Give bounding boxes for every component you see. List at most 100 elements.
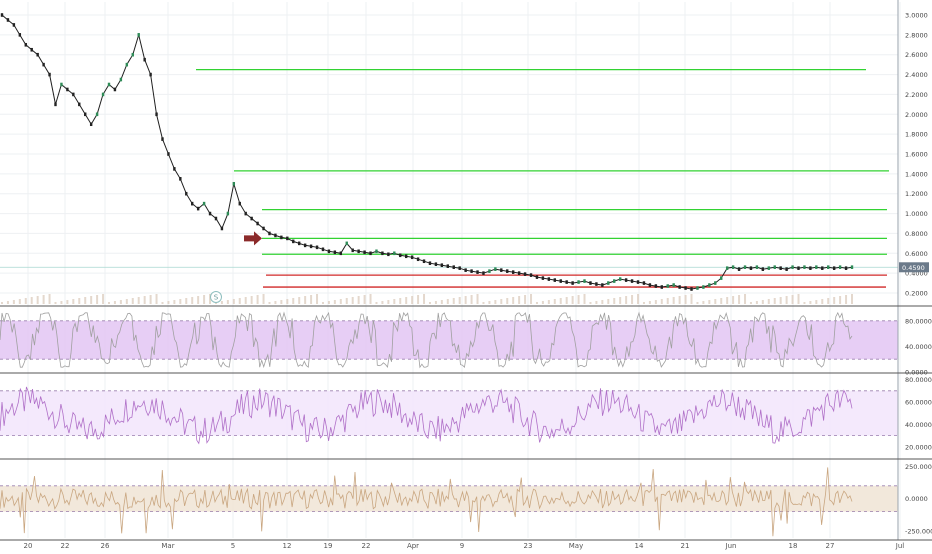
y-tick-label: 2.8000 <box>905 31 928 39</box>
volume-bar <box>18 299 21 304</box>
price-candle <box>708 283 711 287</box>
volume-bar <box>648 301 651 304</box>
volume-bar <box>702 301 705 304</box>
volume-bar <box>744 294 747 304</box>
price-candle <box>571 281 574 285</box>
volume-bar <box>446 299 449 304</box>
price-candle <box>399 253 402 258</box>
y-tick-label: 0.2000 <box>905 290 928 298</box>
volume-bar <box>238 298 241 304</box>
price-candle <box>250 216 253 221</box>
volume-bar <box>482 302 485 304</box>
volume-bar <box>452 298 455 304</box>
price-candle <box>12 23 16 27</box>
volume-bar <box>583 294 586 304</box>
volume-bar <box>197 296 200 304</box>
price-candle <box>523 272 527 276</box>
volume-bar <box>107 302 110 304</box>
volume-bar <box>684 295 687 304</box>
price-candle <box>232 181 236 186</box>
volume-bar <box>738 295 741 304</box>
volume-bar <box>672 297 675 304</box>
price-candle <box>256 221 259 226</box>
price-candle <box>101 92 105 97</box>
price-candle <box>482 271 485 275</box>
volume-bar <box>256 295 259 304</box>
volume-bar <box>821 299 824 304</box>
volume-bar <box>30 297 33 304</box>
price-candle <box>6 18 10 22</box>
chart-svg[interactable]: 20 22 26 Mar 5 12 19 22 Apr 9 23 May 14 21 Jun 18 27 Jul 3… <box>0 0 932 550</box>
price-candle <box>850 265 854 269</box>
volume-bar <box>512 297 515 304</box>
price-candle <box>541 276 545 280</box>
volume-bar <box>232 299 235 304</box>
price-candle <box>351 248 354 253</box>
volume-bar <box>405 297 408 304</box>
volume-bar <box>321 302 324 304</box>
volume-bar <box>143 296 146 304</box>
price-candle <box>684 286 687 290</box>
price-candle <box>404 254 408 259</box>
volume-bar <box>327 301 330 304</box>
volume-bar <box>96 295 99 304</box>
x-tick-label: Apr <box>407 542 419 550</box>
price-candle <box>636 280 640 284</box>
volume-bar <box>571 296 574 304</box>
price-candle <box>618 277 622 281</box>
volume-bar <box>363 295 366 304</box>
price-candle <box>827 265 830 269</box>
volume-bar <box>595 301 598 304</box>
price-candle <box>815 265 818 269</box>
price-candle <box>179 177 182 181</box>
price-candle <box>422 259 426 264</box>
price-candle <box>696 286 699 290</box>
price-candle <box>577 280 580 284</box>
price-candle <box>613 279 616 283</box>
osc-y-tick-label: 0.0000 <box>905 495 928 503</box>
volume-bar <box>220 301 223 304</box>
volume-bar <box>280 300 283 304</box>
price-candle <box>791 265 794 269</box>
price-candle <box>559 279 562 283</box>
volume-bar <box>102 294 105 304</box>
price-candle <box>393 251 396 256</box>
price-candle <box>565 280 568 284</box>
volume-bar <box>137 297 140 304</box>
volume-bar <box>375 302 378 304</box>
volume-bar <box>339 299 342 304</box>
price-candle <box>137 33 140 37</box>
volume-bar <box>773 298 776 304</box>
price-candle <box>262 226 265 231</box>
volume-bar <box>185 298 188 304</box>
x-tick-label: Mar <box>161 542 174 550</box>
price-candle <box>702 285 705 289</box>
price-candle <box>583 279 586 283</box>
price-candle <box>274 233 277 238</box>
volume-bar <box>244 297 247 304</box>
price-candle <box>785 267 788 271</box>
price-candle <box>36 52 39 57</box>
x-tick-label: 21 <box>681 542 690 550</box>
volume-bar <box>226 300 229 304</box>
price-candle <box>226 211 230 216</box>
volume-bar <box>690 294 693 304</box>
osc-y-tick-label: 250.0000 <box>905 463 932 471</box>
y-tick-label: 1.6000 <box>905 151 928 159</box>
volume-bar <box>286 299 289 304</box>
price-candle <box>607 281 610 285</box>
x-tick-label: 5 <box>231 542 235 550</box>
osc-y-tick-label: 40.0000 <box>905 421 932 429</box>
price-candle <box>832 266 836 270</box>
volume-bar <box>357 296 360 304</box>
volume-bar <box>839 296 842 304</box>
volume-bar <box>345 298 348 304</box>
x-tick-label: Jun <box>725 542 737 550</box>
price-candle <box>191 201 194 206</box>
price-candle <box>220 226 224 231</box>
price-candle <box>268 231 271 236</box>
x-tick-label: 22 <box>61 542 70 550</box>
volume-bar <box>369 294 372 304</box>
volume-bar <box>24 298 27 304</box>
volume-bar <box>84 297 87 304</box>
